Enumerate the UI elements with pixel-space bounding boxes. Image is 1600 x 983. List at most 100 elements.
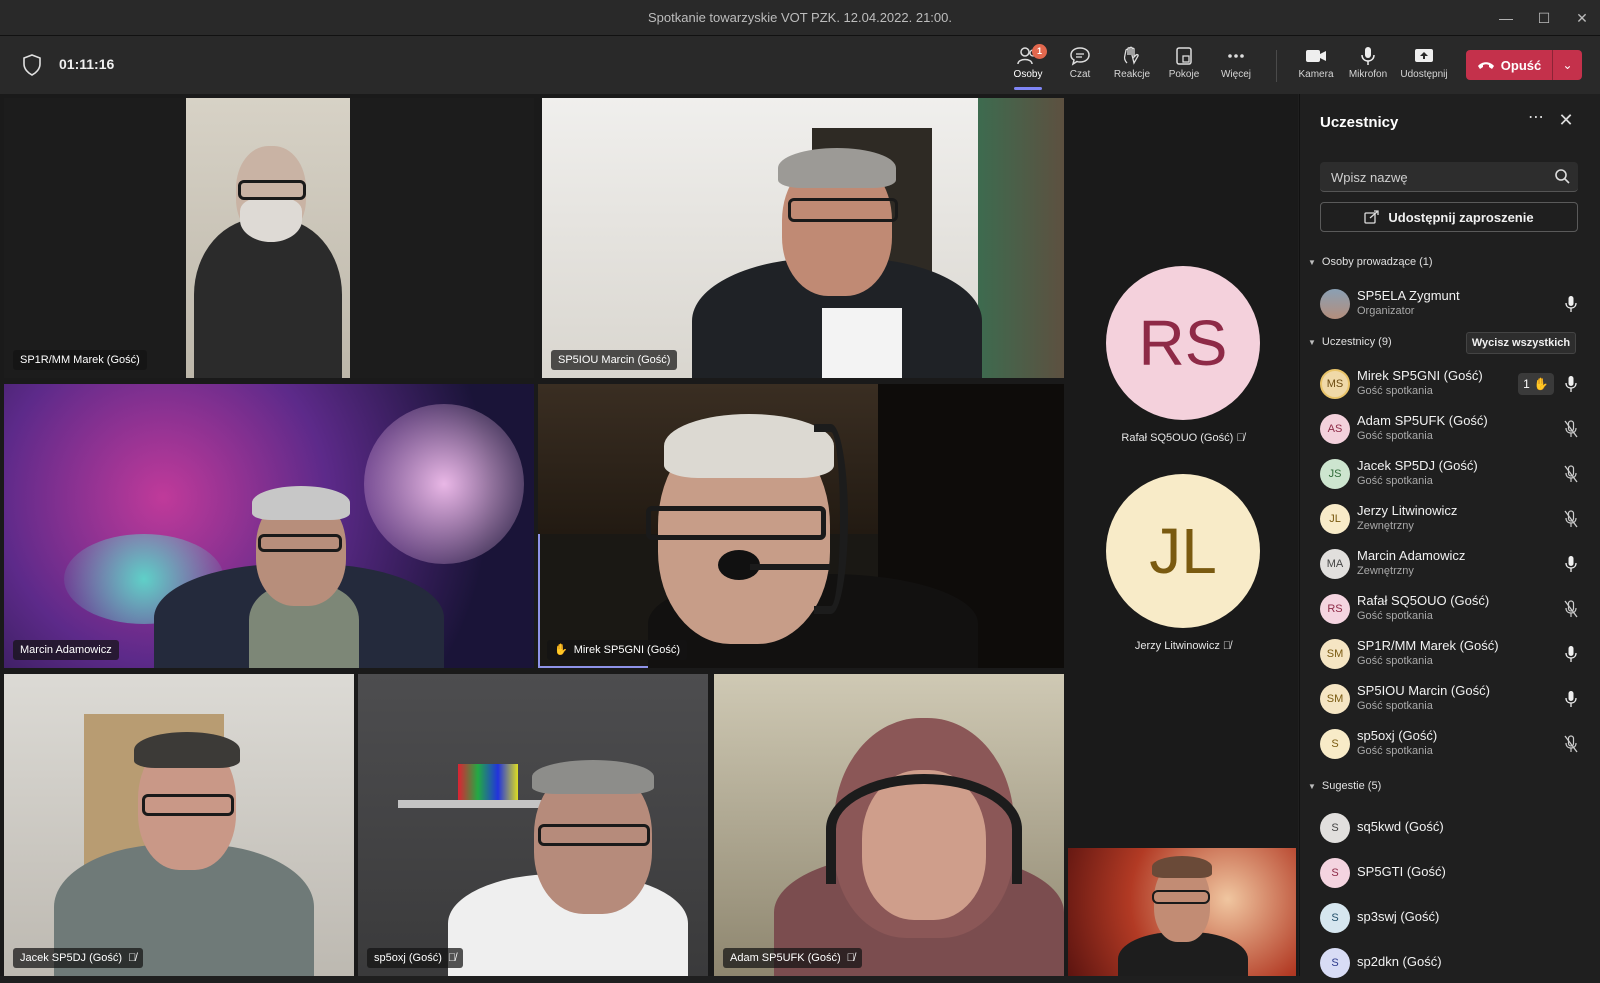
participant-name: sp5oxj (Gość) [374,952,442,964]
self-view-video[interactable] [1068,848,1296,976]
video-tile-sp5oxj[interactable]: sp5oxj (Gość) 🎙̸ [358,674,708,976]
participant-row[interactable]: JS Jacek SP5DJ (Gość) Gość spotkania [1320,454,1580,494]
participant-name: Marcin Adamowicz [1357,548,1466,563]
camera-button[interactable]: Kamera [1290,42,1342,90]
raised-hand-icon: ✋ [1533,377,1549,391]
reactions-button[interactable]: Reakcje [1106,42,1158,90]
avatar [1320,289,1350,319]
avatar-initials: S [1331,822,1339,834]
chat-button[interactable]: Czat [1054,42,1106,90]
leave-button[interactable]: Opuść [1466,50,1552,80]
participant-row[interactable]: MS Mirek SP5GNI (Gość) Gość spotkania 1 ✋ [1320,364,1580,404]
search-icon[interactable] [1554,168,1570,184]
suggestion-row[interactable]: S sq5kwd (Gość) [1320,808,1580,848]
participant-row[interactable]: AS Adam SP5UFK (Gość) Gość spotkania [1320,409,1580,449]
suggestions-section-header[interactable]: ▼ Sugestie (5) [1308,780,1381,792]
presenters-section-header[interactable]: ▼ Osoby prowadzące (1) [1308,256,1433,268]
minimize-icon[interactable]: — [1490,6,1522,30]
video-feed [4,384,534,668]
avatar: RS [1320,594,1350,624]
participant-role: Gość spotkania [1357,745,1433,757]
avatar-initials: JL [1329,513,1341,525]
participant-row[interactable]: RS Rafał SQ5OUO (Gość) Gość spotkania [1320,589,1580,629]
video-feed [538,384,1064,668]
avatar: MS [1320,369,1350,399]
participant-role: Gość spotkania [1357,385,1433,397]
avatar-initials: JL [1149,515,1217,587]
suggestion-row[interactable]: S sp3swj (Gość) [1320,898,1580,938]
video-feed [358,674,708,976]
more-label: Więcej [1220,69,1251,80]
participant-role: Gość spotkania [1357,655,1433,667]
video-tile-sp5iou[interactable]: SP5IOU Marcin (Gość) [542,98,1064,378]
participant-row[interactable]: MA Marcin Adamowicz Zewnętrzny [1320,544,1580,584]
video-feed [4,674,354,976]
avatar-initials: MS [1326,378,1344,390]
avatar: S [1320,948,1350,978]
participant-row[interactable]: JL Jerzy Litwinowicz Zewnętrzny [1320,499,1580,539]
more-button[interactable]: Więcej [1210,42,1262,90]
video-tile-jacek[interactable]: Jacek SP5DJ (Gość) 🎙̸ [4,674,354,976]
avatar-jl[interactable]: JL [1106,474,1260,628]
share-screen-button[interactable]: Udostępnij [1398,42,1450,90]
participant-role: Gość spotkania [1357,610,1433,622]
video-tile-marek[interactable]: SP1R/MM Marek (Gość) [4,98,534,378]
tile-name-label: Jacek SP5DJ (Gość) 🎙̸ [13,948,144,968]
video-tile-marcin-adamowicz[interactable]: Marcin Adamowicz [4,384,534,668]
mic-on-icon [1565,296,1577,312]
tile-name-label: sp5oxj (Gość) 🎙̸ [367,948,464,968]
video-tile-mirek[interactable]: ✋ Mirek SP5GNI (Gość) [538,384,1064,668]
section-label: Sugestie (5) [1321,780,1382,792]
microphone-button[interactable]: Mikrofon [1342,42,1394,90]
participant-name: Mirek SP5GNI (Gość) [1357,368,1483,383]
leave-button-group: Opuść ⌄ [1466,50,1582,80]
rooms-label: Pokoje [1168,69,1200,80]
panel-more-icon[interactable]: ⋯ [1524,108,1548,132]
mic-off-icon [1564,420,1578,438]
avatar: S [1320,903,1350,933]
participant-name: Mirek SP5GNI (Gość) [573,644,681,656]
mic-off-icon [1564,735,1578,753]
participant-name: sp3swj (Gość) [1357,909,1440,924]
suggestion-row[interactable]: S sp2dkn (Gość) [1320,943,1580,983]
participant-name: Adam SP5UFK (Gość) [730,952,841,964]
chat-label: Czat [1069,69,1091,80]
camera-label: Kamera [1298,69,1334,80]
avatar-rs[interactable]: RS [1106,266,1260,420]
video-tile-adam[interactable]: Adam SP5UFK (Gość) 🎙̸ [714,674,1064,976]
people-button[interactable]: 1 Osoby [1002,42,1054,90]
participant-row[interactable]: SM SP1R/MM Marek (Gość) Gość spotkania [1320,634,1580,674]
window-title: Spotkanie towarzyskie VOT PZK. 12.04.202… [648,10,952,25]
panel-close-icon[interactable]: ✕ [1554,108,1578,132]
mute-all-button[interactable]: Wycisz wszystkich [1466,332,1576,354]
participant-name: Rafał SQ5OUO (Gość) [1357,593,1490,608]
tile-name-label: SP1R/MM Marek (Gość) [13,350,147,370]
suggestion-row[interactable]: S SP5GTI (Gość) [1320,853,1580,893]
maximize-icon[interactable]: ☐ [1528,6,1560,30]
section-label: Uczestnicy (9) [1321,336,1392,348]
avatar-initials: RS [1327,603,1343,615]
avatar: S [1320,729,1350,759]
hangup-icon [1477,62,1494,69]
share-invite-button[interactable]: Udostępnij zaproszenie [1320,202,1578,232]
participant-row[interactable]: SM SP5IOU Marcin (Gość) Gość spotkania [1320,679,1580,719]
participant-row-organizer[interactable]: SP5ELA Zygmunt Organizator [1320,284,1580,324]
participant-name: sp2dkn (Gość) [1357,954,1442,969]
avatar: SM [1320,639,1350,669]
participant-role: Zewnętrzny [1357,520,1414,532]
avatar-initials: S [1331,957,1339,969]
attendees-section-header[interactable]: ▼ Uczestnicy (9) [1308,336,1392,348]
close-window-icon[interactable]: ✕ [1566,6,1598,30]
leave-options-chevron-icon[interactable]: ⌄ [1553,50,1582,80]
mic-off-icon: 🎙̸ [447,952,457,964]
participant-name: SP5IOU Marcin (Gość) [1357,683,1490,698]
chevron-down-icon: ▼ [1308,257,1316,267]
share-screen-icon [1415,49,1433,62]
search-input[interactable] [1320,162,1540,192]
camera-icon [1306,50,1326,62]
mic-on-icon [1565,691,1577,707]
participant-row[interactable]: S sp5oxj (Gość) Gość spotkania [1320,724,1580,764]
section-label: Osoby prowadzące (1) [1321,256,1433,268]
rooms-button[interactable]: Pokoje [1158,42,1210,90]
participant-name: sp5oxj (Gość) [1357,728,1438,743]
